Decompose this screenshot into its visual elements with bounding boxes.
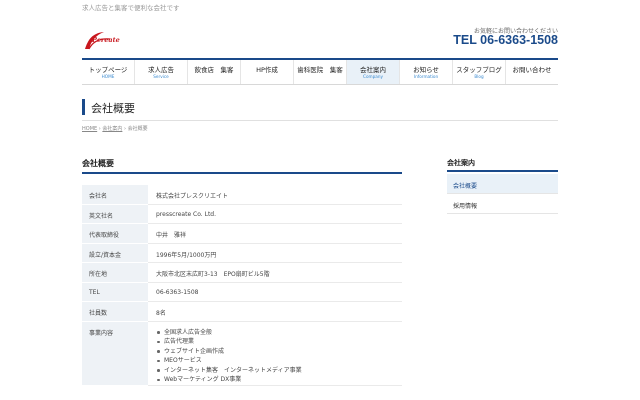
section-divider [82,172,402,174]
list-item: インターネット集客 インターネットメディア事業 [156,366,402,376]
table-row: 設立/資本金 1996年5月/1000万円 [82,242,402,263]
nav-item-restaurant[interactable]: 飲食店 集客 [188,60,241,84]
row-value: 全国求人広告全般 広告代理業 ウェブサイト企画作成 MEOサービス インターネッ… [148,320,402,386]
global-nav: トップページ HOME 求人広告 Service 飲食店 集客 HP作成 歯科医… [82,58,558,85]
list-item: Webマーケティング DX事業 [156,375,402,385]
business-list: 全国求人広告全般 広告代理業 ウェブサイト企画作成 MEOサービス インターネッ… [156,328,402,385]
nav-item-blog[interactable]: スタッフブログ Blog [453,60,506,84]
row-value: 8名 [148,301,402,322]
section-title: 会社概要 [82,159,114,168]
list-item: 全国求人広告全般 [156,328,402,338]
row-key: TEL [82,281,148,302]
row-key: 会社名 [82,184,148,205]
table-row: 社員数 8名 [82,301,402,322]
breadcrumb-separator: › [123,126,126,132]
row-value: 大阪市北区末広町3-13 EPO扇町ビル5階 [148,262,402,283]
row-key: 事業内容 [82,320,148,386]
row-key: 設立/資本金 [82,242,148,263]
table-row: TEL 06-6363-1508 [82,281,402,302]
breadcrumb: HOME › 会社案内 › 会社概要 [82,125,148,132]
header-tel[interactable]: TEL 06-6363-1508 [453,33,558,47]
sidebar-title: 会社案内 [447,159,475,167]
table-row: 所在地 大阪市北区末広町3-13 EPO扇町ビル5階 [82,262,402,283]
logo-text: Pcreate [92,36,120,44]
row-key: 英文社名 [82,203,148,224]
breadcrumb-company[interactable]: 会社案内 [102,126,122,132]
breadcrumb-current: 会社概要 [127,126,148,132]
nav-item-company[interactable]: 会社案内 Company [347,60,400,84]
row-value: 06-6363-1508 [148,281,402,302]
table-row: 会社名 株式会社プレスクリエイト [82,184,402,205]
sidebar-item-company-overview[interactable]: 会社概要 [447,174,558,194]
nav-item-home[interactable]: トップページ HOME [82,60,135,84]
nav-item-dental[interactable]: 歯科医院 集客 [294,60,347,84]
nav-item-hp[interactable]: HP作成 [241,60,294,84]
nav-item-information[interactable]: お知らせ Information [400,60,453,84]
nav-item-contact[interactable]: お問い合わせ [506,60,558,84]
row-value: 株式会社プレスクリエイト [148,184,402,205]
table-row: 代表取締役 中井 雅祥 [82,223,402,244]
title-divider [82,120,558,121]
row-key: 社員数 [82,301,148,322]
row-key: 代表取締役 [82,223,148,244]
list-item: ウェブサイト企画作成 [156,347,402,357]
table-row: 事業内容 全国求人広告全般 広告代理業 ウェブサイト企画作成 MEOサービス イ… [82,320,402,386]
page-title-accent [82,99,85,115]
list-item: 広告代理業 [156,337,402,347]
row-value: presscreate Co. Ltd. [148,203,402,224]
site-tagline: 求人広告と集客で便利な会社です [82,4,180,12]
list-item: MEOサービス [156,356,402,366]
nav-item-recruit-ad[interactable]: 求人広告 Service [135,60,188,84]
row-value: 1996年5月/1000万円 [148,242,402,263]
breadcrumb-home[interactable]: HOME [82,126,97,132]
sidebar-divider [447,170,558,172]
row-key: 所在地 [82,262,148,283]
row-value: 中井 雅祥 [148,223,402,244]
breadcrumb-separator: › [98,126,101,132]
company-info-table: 会社名 株式会社プレスクリエイト 英文社名 presscreate Co. Lt… [82,184,402,386]
table-row: 英文社名 presscreate Co. Ltd. [82,203,402,224]
sidebar-item-recruit[interactable]: 採用情報 [447,194,558,214]
page-title: 会社概要 [91,102,135,115]
